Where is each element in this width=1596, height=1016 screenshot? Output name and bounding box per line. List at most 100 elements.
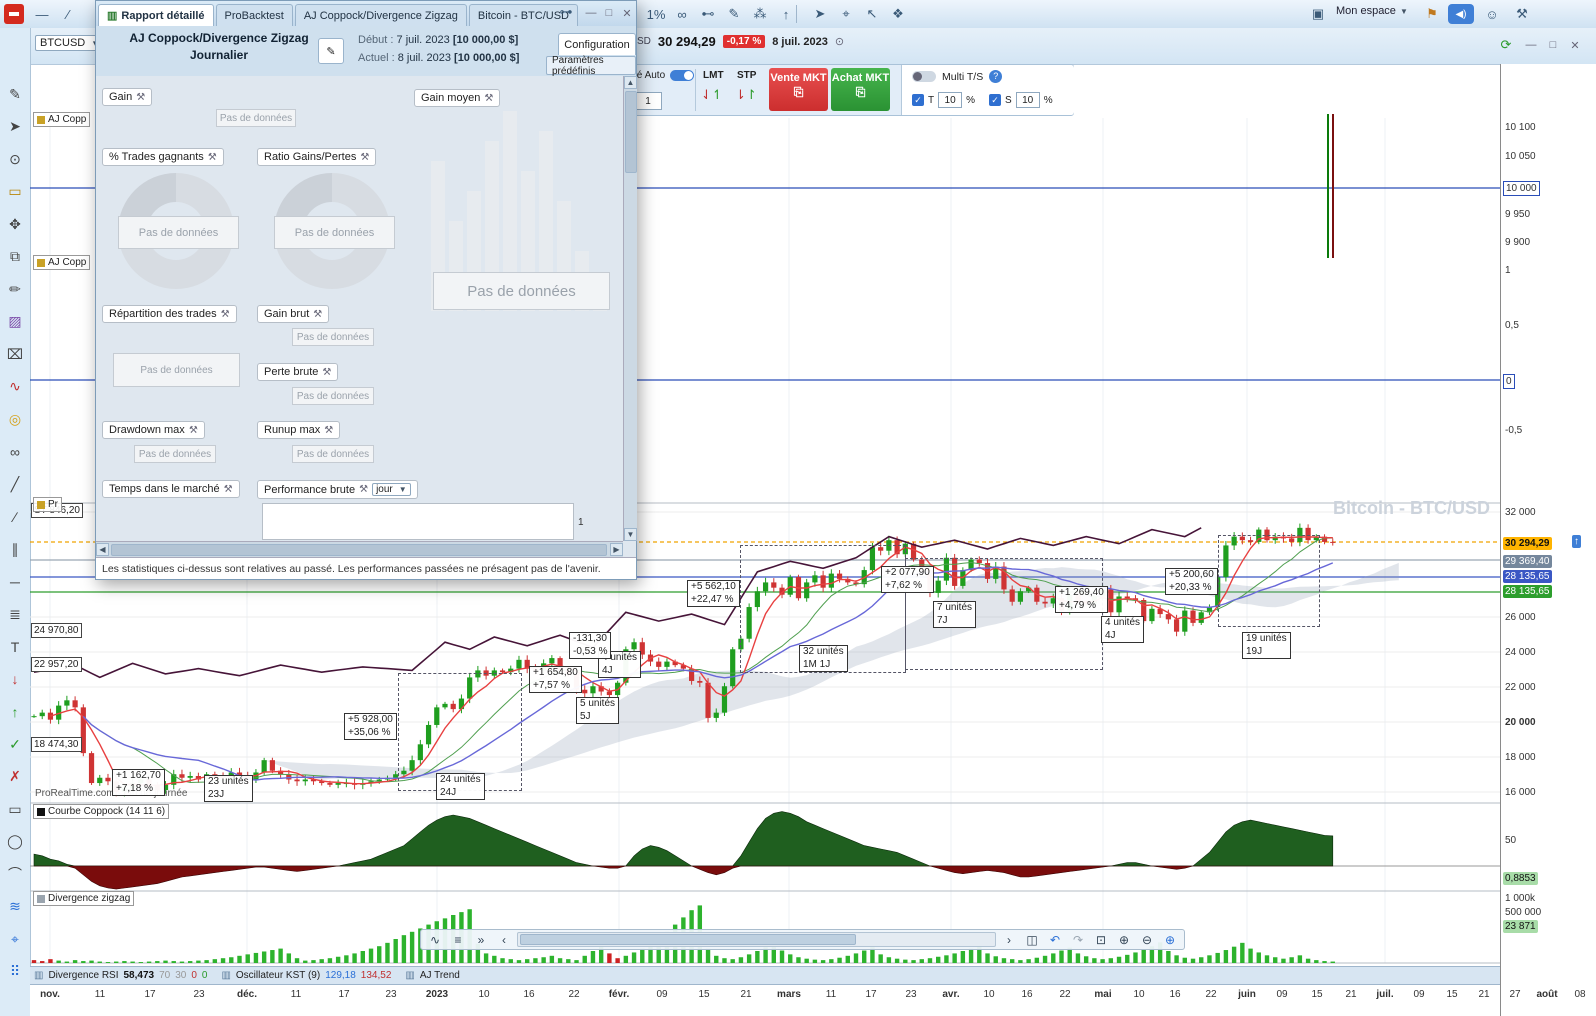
snap-icon[interactable]: ↖ (860, 3, 884, 25)
wrench-icon[interactable]: ⚒ (324, 425, 333, 436)
channel-icon[interactable]: ∥ (3, 537, 27, 561)
move-icon[interactable]: ✥ (3, 212, 27, 236)
link-charts-icon[interactable]: ∞ (670, 3, 694, 25)
crosshair-icon[interactable]: ⌖ (834, 3, 858, 25)
chart-scrollbar-thumb[interactable] (520, 934, 856, 945)
drawdown-section-header[interactable]: Drawdown max ⚒ (102, 421, 205, 439)
help-icon[interactable]: ? (989, 70, 1003, 83)
pencil-icon[interactable]: ✎ (3, 82, 27, 106)
edit-strategy-button[interactable]: ✎ (318, 38, 344, 64)
scroll-right-icon[interactable]: › (999, 931, 1019, 948)
brush-icon[interactable]: ✏ (3, 277, 27, 301)
fibonacci-icon[interactable]: ≣ (3, 602, 27, 626)
scroll-thumb[interactable] (625, 91, 637, 173)
window-maximize-icon[interactable]: □ (1544, 37, 1562, 53)
wrench-icon[interactable]: ⚒ (208, 152, 217, 163)
runup-section-header[interactable]: Runup max ⚒ (257, 421, 341, 439)
link-icon[interactable]: ∞ (3, 440, 27, 464)
scroll-down-icon[interactable]: ▼ (624, 528, 637, 541)
delete-icon[interactable]: ⌧ (3, 342, 27, 366)
rectangle-icon[interactable]: ▭ (3, 797, 27, 821)
collapse-icon[interactable]: — (30, 3, 54, 25)
arc-icon[interactable]: ⌒ (3, 862, 27, 886)
wrench-icon[interactable]: ⚒ (189, 425, 198, 436)
gain-section-header[interactable]: Gain ⚒ (102, 88, 153, 106)
scroll-right-icon[interactable]: ▶ (610, 543, 623, 556)
invite-user-icon[interactable]: ☺ (1480, 3, 1504, 25)
export-chart-icon[interactable]: ◫ (1022, 931, 1042, 948)
cursor-icon[interactable]: ➤ (3, 115, 27, 139)
t-value-input[interactable]: 10 (938, 92, 963, 108)
refresh-icon[interactable]: ⟳ (1494, 34, 1518, 56)
wrench-icon[interactable]: ⚒ (136, 92, 145, 103)
wrench-icon[interactable]: ⚒ (360, 152, 369, 163)
scroll-up-icon[interactable]: ▲ (624, 76, 637, 89)
status-segment[interactable]: ▥ Oscillateur KST (9) 129,18 134,52 (221, 970, 391, 981)
sound-icon[interactable]: ◀) (1448, 4, 1474, 24)
buy-arrow-icon[interactable]: ↑ (3, 700, 27, 724)
window-minimize-icon[interactable]: — (1522, 37, 1540, 53)
perf-unit-select[interactable]: jour ▼ (372, 483, 411, 496)
zigzag-tool-icon[interactable]: ∿ (425, 931, 445, 948)
temps-section-header[interactable]: Temps dans le marché ⚒ (102, 480, 240, 498)
pane-legend[interactable]: Pr (33, 497, 62, 512)
zoom-icon[interactable]: ⊙ (3, 147, 27, 171)
redo-icon[interactable]: ↷ (1068, 931, 1088, 948)
patterns-icon[interactable]: ⁂ (748, 3, 772, 25)
undo-icon[interactable]: ↶ (1045, 931, 1065, 948)
cursor-mode-icon[interactable]: ➤ (808, 3, 832, 25)
pattern-icon[interactable]: ▨ (3, 310, 27, 334)
configuration-tab[interactable]: Configuration (558, 33, 636, 55)
scroll-thumb[interactable] (111, 544, 607, 556)
confirm-icon[interactable]: ✓ (3, 732, 27, 756)
stp-label[interactable]: STP (737, 70, 756, 81)
flag-icon[interactable]: ⚑ (1420, 3, 1444, 25)
window-close-icon[interactable]: ✕ (1566, 37, 1584, 53)
chain-icon[interactable]: ⊶ (556, 3, 576, 21)
horizontal-line-icon[interactable]: ─ (3, 570, 27, 594)
dialog-maximize-icon[interactable]: □ (600, 5, 618, 21)
lmt-label[interactable]: LMT (703, 70, 724, 81)
text-icon[interactable]: T (3, 635, 27, 659)
zoom-out-icon[interactable]: ⊖ (1137, 931, 1157, 948)
percent-scale-icon[interactable]: 1% (644, 3, 668, 25)
draw-mode-icon[interactable]: ✎ (722, 3, 746, 25)
stp-order-icons[interactable]: ⇂↾ (735, 87, 757, 103)
dialog-vertical-scrollbar[interactable]: ▲ ▼ (623, 76, 637, 541)
ruler-icon[interactable]: ▭ (3, 180, 27, 204)
ratio-section-header[interactable]: Ratio Gains/Pertes ⚒ (257, 148, 377, 166)
target-icon[interactable]: ⌖ (3, 927, 27, 951)
tab-1[interactable]: ▥ Rapport détaillé (98, 4, 214, 26)
wrench-icon[interactable]: ⚒ (313, 309, 322, 320)
divider-icon[interactable]: ∕ (56, 3, 80, 25)
zoom-in-icon[interactable]: ⊕ (1114, 931, 1134, 948)
zoom-select-icon[interactable]: ⊕ (1160, 931, 1180, 948)
compare-icon[interactable]: ⊷ (696, 3, 720, 25)
time-axis[interactable]: nov. 11 17 23 déc. 11 17 23 2023 10 16 22 févr. 09 15 2… (30, 984, 1586, 1016)
gain-brut-section-header[interactable]: Gain brut ⚒ (257, 305, 330, 323)
trendline-icon[interactable]: ╱ (3, 472, 27, 496)
wrench-icon[interactable]: ⚒ (359, 484, 368, 495)
menu-icon[interactable]: ≡ (448, 931, 468, 948)
pane-legend[interactable]: AJ Copp (33, 255, 91, 270)
multi-ts-toggle[interactable] (912, 71, 936, 82)
segment-icon[interactable]: ∕ (3, 505, 27, 529)
s-value-input[interactable]: 10 (1015, 92, 1040, 108)
sell-arrow-icon[interactable]: ↓ (3, 667, 27, 691)
wrench-icon[interactable]: ⚒ (484, 93, 493, 104)
wrench-icon[interactable]: ⚒ (221, 309, 230, 320)
qty-auto-toggle[interactable] (670, 70, 695, 81)
s-checkbox[interactable]: ✓ (989, 94, 1002, 106)
pane-legend[interactable]: AJ Copp (33, 112, 91, 127)
quantity-input[interactable]: 1 (634, 92, 662, 110)
zoom-fit-icon[interactable]: ⊡ (1091, 931, 1111, 948)
chart-scrollbar[interactable] (517, 932, 996, 947)
dialog-close-icon[interactable]: ✕ (618, 5, 636, 21)
scroll-left-icon[interactable]: ‹ (494, 931, 514, 948)
alert-icon[interactable]: ◎ (3, 407, 27, 431)
dialog-horizontal-scrollbar[interactable]: ◀ ▶ (96, 541, 623, 558)
ellipse-icon[interactable]: ◯ (3, 830, 27, 854)
presets-button[interactable]: Paramètres prédéfinis (546, 55, 636, 77)
tab-2[interactable]: ProBacktest (215, 4, 293, 26)
perte-brute-section-header[interactable]: Perte brute ⚒ (257, 363, 339, 381)
